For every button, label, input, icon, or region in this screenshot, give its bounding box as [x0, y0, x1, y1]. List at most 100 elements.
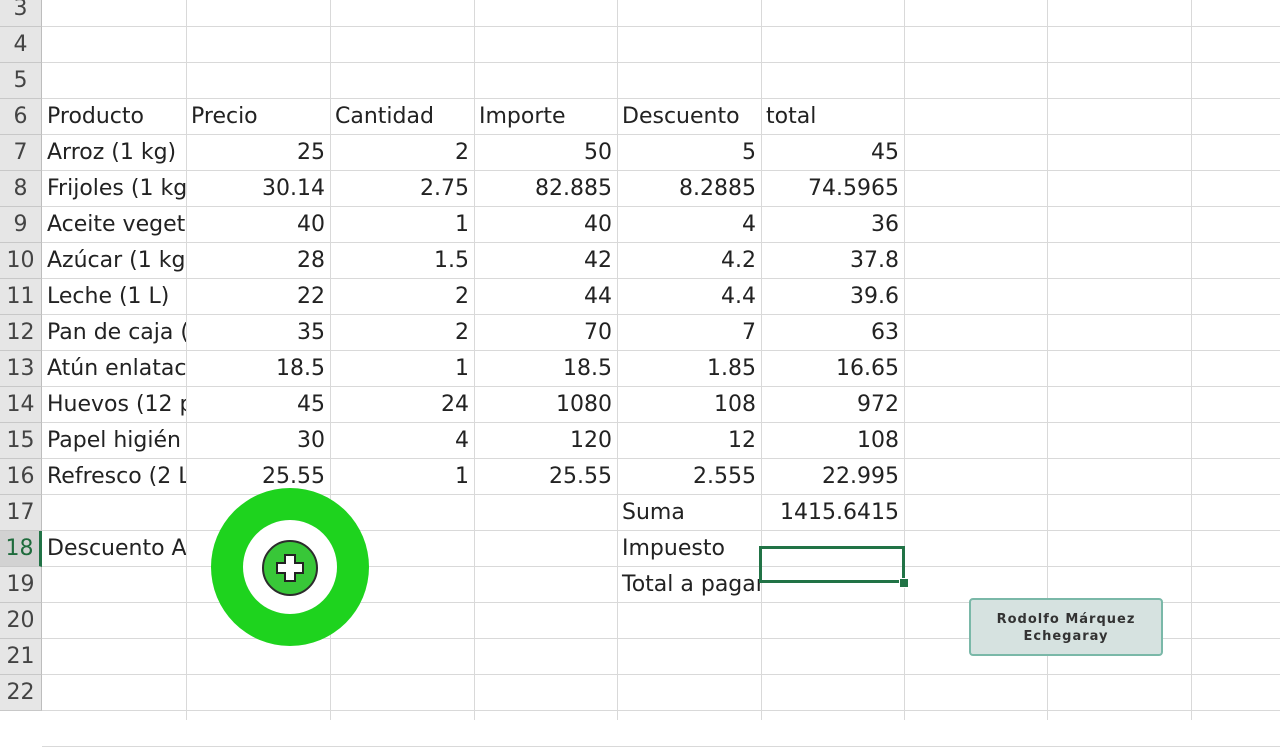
cell-r19-c4[interactable] [474, 567, 617, 603]
cell-r10-c2[interactable]: 28 [186, 243, 330, 279]
row-header-4[interactable]: 4 [0, 27, 42, 63]
cell-r6-c5[interactable]: Descuento [617, 99, 761, 135]
cell-r5-c3[interactable] [330, 63, 474, 99]
cell-r3-c5[interactable] [617, 0, 761, 27]
cell-r13-c4[interactable]: 18.5 [474, 351, 617, 387]
row-header-5[interactable]: 5 [0, 63, 42, 99]
row-header-9[interactable]: 9 [0, 207, 42, 243]
cell-r3-c1[interactable] [42, 0, 186, 27]
cell-r8-c2[interactable]: 30.14 [186, 171, 330, 207]
cell-r7-c5[interactable]: 5 [617, 135, 761, 171]
cell-r19-c1[interactable] [42, 567, 186, 603]
cell-r9-c3[interactable]: 1 [330, 207, 474, 243]
row-header-20[interactable]: 20 [0, 603, 42, 639]
cell-r12-c5[interactable]: 7 [617, 315, 761, 351]
cell-r17-c1[interactable] [42, 495, 186, 531]
cell-r6-c2[interactable]: Precio [186, 99, 330, 135]
cell-r22-c5[interactable] [617, 675, 761, 711]
cell-r11-c4[interactable]: 44 [474, 279, 617, 315]
cell-r17-c6[interactable]: 1415.6415 [761, 495, 904, 531]
cell-r18-c4[interactable] [474, 531, 617, 567]
cell-r16-c1[interactable]: Refresco (2 L [42, 459, 186, 495]
cell-r11-c3[interactable]: 2 [330, 279, 474, 315]
cell-r16-c3[interactable]: 1 [330, 459, 474, 495]
cell-r8-c4[interactable]: 82.885 [474, 171, 617, 207]
cell-r4-c1[interactable] [42, 27, 186, 63]
cell-r13-c6[interactable]: 16.65 [761, 351, 904, 387]
cell-r6-c3[interactable]: Cantidad [330, 99, 474, 135]
cell-r3-c6[interactable] [761, 0, 904, 27]
cell-r22-c4[interactable] [474, 675, 617, 711]
cell-r9-c6[interactable]: 36 [761, 207, 904, 243]
row-header-16[interactable]: 16 [0, 459, 42, 495]
cell-r7-c1[interactable]: Arroz (1 kg) [42, 135, 186, 171]
cell-r11-c1[interactable]: Leche (1 L) [42, 279, 186, 315]
cell-r4-c5[interactable] [617, 27, 761, 63]
cell-r5-c5[interactable] [617, 63, 761, 99]
cell-r5-c6[interactable] [761, 63, 904, 99]
cell-r4-c4[interactable] [474, 27, 617, 63]
cell-r13-c5[interactable]: 1.85 [617, 351, 761, 387]
cell-r7-c3[interactable]: 2 [330, 135, 474, 171]
cell-r17-c5[interactable]: Suma [617, 495, 761, 531]
cell-r21-c4[interactable] [474, 639, 617, 675]
cell-r14-c5[interactable]: 108 [617, 387, 761, 423]
selected-cell-highlight[interactable] [759, 546, 905, 583]
cell-r10-c6[interactable]: 37.8 [761, 243, 904, 279]
cell-r10-c1[interactable]: Azúcar (1 kg) [42, 243, 186, 279]
cell-r3-c3[interactable] [330, 0, 474, 27]
cell-r4-c3[interactable] [330, 27, 474, 63]
cell-r12-c4[interactable]: 70 [474, 315, 617, 351]
cell-r18-c5[interactable]: Impuesto [617, 531, 761, 567]
cell-r9-c5[interactable]: 4 [617, 207, 761, 243]
cell-r10-c5[interactable]: 4.2 [617, 243, 761, 279]
cell-r6-c1[interactable]: Producto [42, 99, 186, 135]
cell-r10-c4[interactable]: 42 [474, 243, 617, 279]
row-header-22[interactable]: 22 [0, 675, 42, 711]
cell-r21-c3[interactable] [330, 639, 474, 675]
cell-r6-c4[interactable]: Importe [474, 99, 617, 135]
cell-r3-c2[interactable] [186, 0, 330, 27]
cell-r7-c6[interactable]: 45 [761, 135, 904, 171]
row-header-8[interactable]: 8 [0, 171, 42, 207]
cell-r15-c4[interactable]: 120 [474, 423, 617, 459]
fill-handle[interactable] [899, 578, 909, 588]
cell-r9-c2[interactable]: 40 [186, 207, 330, 243]
row-header-12[interactable]: 12 [0, 315, 42, 351]
cell-r9-c1[interactable]: Aceite veget [42, 207, 186, 243]
cell-r21-c5[interactable] [617, 639, 761, 675]
cell-r12-c6[interactable]: 63 [761, 315, 904, 351]
cell-r14-c6[interactable]: 972 [761, 387, 904, 423]
cell-r3-c4[interactable] [474, 0, 617, 27]
cell-r4-c2[interactable] [186, 27, 330, 63]
cell-r8-c5[interactable]: 8.2885 [617, 171, 761, 207]
row-header-17[interactable]: 17 [0, 495, 42, 531]
cell-r7-c4[interactable]: 50 [474, 135, 617, 171]
cell-r17-c4[interactable] [474, 495, 617, 531]
cell-r12-c2[interactable]: 35 [186, 315, 330, 351]
cell-r20-c4[interactable] [474, 603, 617, 639]
cell-r14-c1[interactable]: Huevos (12 p [42, 387, 186, 423]
cell-r20-c5[interactable] [617, 603, 761, 639]
cell-r5-c4[interactable] [474, 63, 617, 99]
cell-r7-c2[interactable]: 25 [186, 135, 330, 171]
cell-r18-c1[interactable]: Descuento A [42, 531, 186, 567]
cell-r15-c1[interactable]: Papel higién [42, 423, 186, 459]
cell-r15-c3[interactable]: 4 [330, 423, 474, 459]
row-header-14[interactable]: 14 [0, 387, 42, 423]
cell-r11-c2[interactable]: 22 [186, 279, 330, 315]
cell-r13-c3[interactable]: 1 [330, 351, 474, 387]
row-header-11[interactable]: 11 [0, 279, 42, 315]
cell-r11-c5[interactable]: 4.4 [617, 279, 761, 315]
row-header-6[interactable]: 6 [0, 99, 42, 135]
cell-r13-c2[interactable]: 18.5 [186, 351, 330, 387]
cell-r20-c6[interactable] [761, 603, 904, 639]
row-header-7[interactable]: 7 [0, 135, 42, 171]
cell-r22-c1[interactable] [42, 675, 186, 711]
cell-r22-c2[interactable] [186, 675, 330, 711]
cell-r22-c6[interactable] [761, 675, 904, 711]
cell-r9-c4[interactable]: 40 [474, 207, 617, 243]
cell-r19-c5[interactable]: Total a pagar [617, 567, 761, 603]
cell-r21-c1[interactable] [42, 639, 186, 675]
row-header-13[interactable]: 13 [0, 351, 42, 387]
